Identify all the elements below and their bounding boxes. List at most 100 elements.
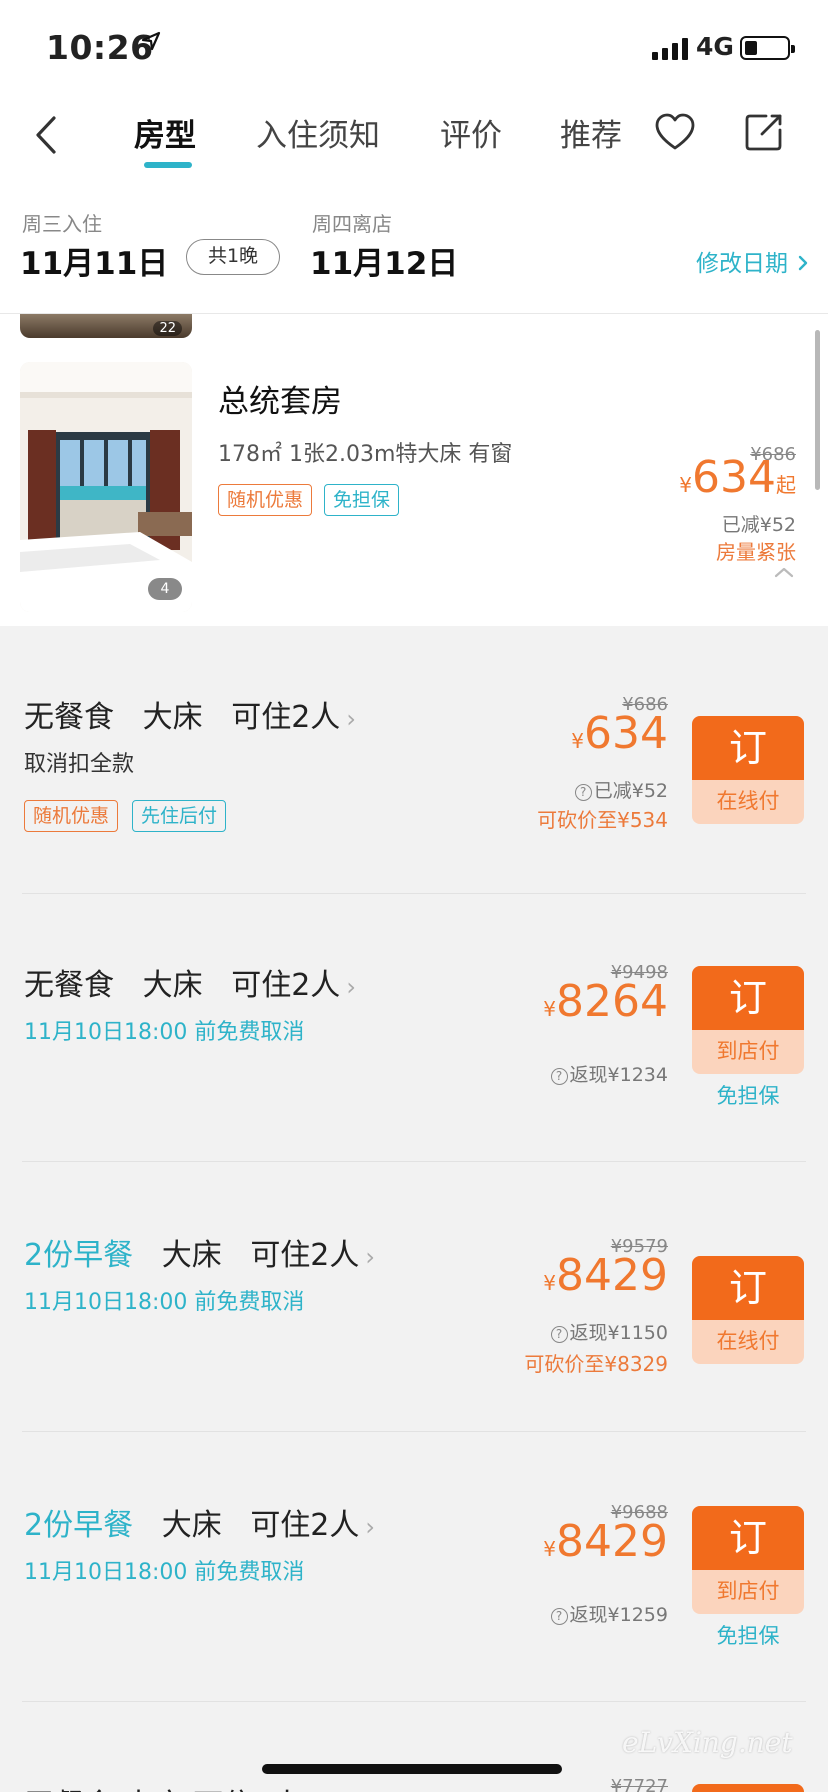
tab-checkin-notice[interactable]: 入住须知 <box>256 110 380 155</box>
meal-type: 无餐食 <box>24 968 114 1003</box>
help-icon[interactable]: ? <box>574 784 592 801</box>
room-photo-image <box>20 362 192 612</box>
price-value: 8264 <box>556 976 668 1027</box>
rate-row[interactable]: 2份早餐 大床 可住2人 › 11月10日18:00 前免费取消 ¥9579 ¥8… <box>0 1164 828 1432</box>
book-label: 订 <box>692 716 804 780</box>
book-button[interactable]: 订 在线付 <box>692 1256 804 1364</box>
rate-title[interactable]: 2份早餐 大床 可住2人 › <box>24 1500 375 1544</box>
tag-stay-first-pay-later: 先住后付 <box>132 800 227 832</box>
chevron-right-icon <box>799 255 808 271</box>
price-value: 8429 <box>556 1250 668 1301</box>
status-bar: 10:26 4G <box>0 0 828 88</box>
price-value: 634 <box>584 708 668 759</box>
cashback-note-text: 返现¥1234 <box>569 1064 668 1086</box>
divider <box>22 1431 806 1432</box>
cancel-policy: 11月10日18:00 前免费取消 <box>24 1290 305 1315</box>
help-icon[interactable]: ? <box>550 1326 568 1343</box>
original-price: ¥7727 <box>610 1776 668 1792</box>
tab-reviews[interactable]: 评价 <box>440 110 502 155</box>
meal-type: 无餐食 <box>24 700 114 735</box>
book-button[interactable] <box>692 1784 804 1792</box>
rate-title[interactable]: 无餐食 大床 可住2人 <box>24 1780 302 1792</box>
cancel-policy: 11月10日18:00 前免费取消 <box>24 1560 305 1585</box>
home-indicator[interactable] <box>262 1764 562 1774</box>
book-label: 订 <box>692 1506 804 1570</box>
photo-count: 4 <box>148 578 182 600</box>
cashback-note-text: 返现¥1259 <box>569 1604 668 1626</box>
chevron-right-icon: › <box>346 705 356 733</box>
capacity: 可住2人 <box>231 700 341 735</box>
room-card[interactable]: 22 4 总统套房 178㎡ 1张2.03m特大床 有窗 随机优惠 免担保 ¥6… <box>0 314 828 626</box>
bargain-text: 可砍价至¥534 <box>537 808 668 832</box>
tag-no-guarantee: 免担保 <box>324 484 400 516</box>
chevron-right-icon: › <box>365 1243 376 1271</box>
cancel-policy: 取消扣全款 <box>24 752 135 777</box>
book-button[interactable]: 订 在线付 <box>692 716 804 824</box>
cancel-policy: 11月10日18:00 前免费取消 <box>24 1020 305 1045</box>
date-bar: 周三入住 11月11日 共1晚 周四离店 11月12日 修改日期 <box>0 184 828 314</box>
cashback-note: ? 返现¥1150 <box>550 1318 668 1345</box>
scarcity-text: 房量紧张 <box>716 540 796 564</box>
capacity: 可住2人 <box>231 968 341 1003</box>
signal-icon <box>652 36 688 60</box>
capacity: 可住2人 <box>250 1508 360 1543</box>
rate-row[interactable]: 无餐食 大床 可住2人 › 11月10日18:00 前免费取消 ¥9498 ¥82… <box>0 894 828 1162</box>
help-icon[interactable]: ? <box>550 1608 568 1625</box>
currency-symbol: ¥ <box>543 997 557 1021</box>
help-icon[interactable]: ? <box>550 1068 568 1085</box>
book-label: 订 <box>692 966 804 1030</box>
checkout-date[interactable]: 11月12日 <box>310 238 458 283</box>
tag-random-discount: 随机优惠 <box>218 484 313 516</box>
tab-recommend[interactable]: 推荐 <box>560 110 622 155</box>
discount-note: ? 已减¥52 <box>574 776 668 803</box>
rate-row[interactable]: 无餐食 大床 可住2人 › 取消扣全款 随机优惠 先住后付 ¥686 ¥634 ?… <box>0 626 828 894</box>
watermark: eLvXing.net <box>622 1726 793 1759</box>
checkin-date[interactable]: 11月11日 <box>20 238 168 283</box>
chevron-right-icon: › <box>346 973 356 1001</box>
room-spec: 178㎡ 1张2.03m特大床 有窗 <box>218 442 513 467</box>
rate-title[interactable]: 2份早餐 大床 可住2人 › <box>24 1230 375 1274</box>
tab-room-type[interactable]: 房型 <box>134 110 196 155</box>
cashback-note-text: 返现¥1150 <box>569 1322 668 1344</box>
rate-price: ¥634 <box>571 708 668 759</box>
rate-title[interactable]: 无餐食 大床 可住2人 › <box>24 960 356 1004</box>
book-button[interactable]: 订 到店付 <box>692 1506 804 1614</box>
discount-text: 已减¥52 <box>721 514 796 536</box>
change-date-link[interactable]: 修改日期 <box>696 244 809 278</box>
currency-symbol: ¥ <box>679 473 693 497</box>
bed-type: 大床 <box>161 1238 222 1273</box>
room-name: 总统套房 <box>218 384 342 420</box>
location-arrow-icon <box>141 31 161 51</box>
active-tab-indicator <box>144 162 192 168</box>
pay-type: 在线付 <box>692 1320 804 1364</box>
room-photo[interactable]: 4 <box>20 362 192 612</box>
currency-symbol: ¥ <box>543 1537 557 1561</box>
meal-type: 2份早餐 <box>24 1238 134 1273</box>
room-price: ¥634起 <box>679 452 796 503</box>
book-button[interactable]: 订 到店付 <box>692 966 804 1074</box>
currency-symbol: ¥ <box>571 729 585 753</box>
rate-row[interactable]: 2份早餐 大床 可住2人 › 11月10日18:00 前免费取消 ¥9688 ¥8… <box>0 1434 828 1702</box>
pay-type: 到店付 <box>692 1570 804 1614</box>
no-guarantee-label: 免担保 <box>716 1624 780 1648</box>
share-icon[interactable] <box>742 110 786 154</box>
price-value: 8429 <box>556 1516 668 1567</box>
photo-count: 22 <box>153 321 182 336</box>
chevron-up-icon[interactable] <box>774 566 794 578</box>
price-value: 634 <box>692 452 776 503</box>
bed-type: 大床 <box>161 1508 222 1543</box>
chevron-left-icon[interactable] <box>26 110 66 160</box>
previous-room-photo[interactable]: 22 <box>20 314 192 338</box>
checkout-label: 周四离店 <box>312 212 392 236</box>
rate-title[interactable]: 无餐食 大床 可住2人 › <box>24 692 356 736</box>
nights-badge: 共1晚 <box>186 239 280 275</box>
pay-type: 到店付 <box>692 1030 804 1074</box>
pay-type: 在线付 <box>692 780 804 824</box>
tag-random-discount: 随机优惠 <box>24 800 119 832</box>
heart-icon[interactable] <box>652 110 698 156</box>
scrollbar[interactable] <box>815 330 820 490</box>
book-label: 订 <box>692 1256 804 1320</box>
divider <box>22 1161 806 1162</box>
meal-type: 2份早餐 <box>24 1508 134 1543</box>
checkin-label: 周三入住 <box>22 212 102 236</box>
